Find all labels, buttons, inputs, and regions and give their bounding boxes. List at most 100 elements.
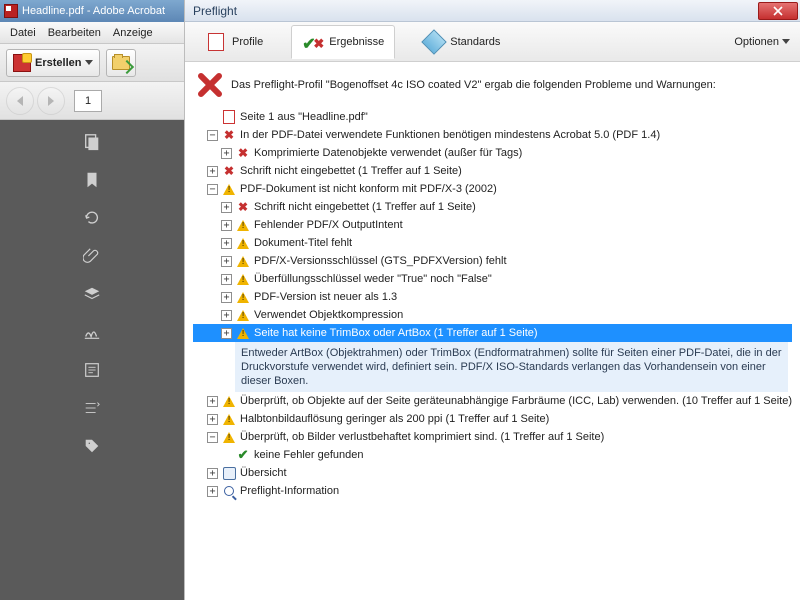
arrow-right-icon	[48, 96, 54, 106]
expand-toggle[interactable]: +	[207, 396, 218, 407]
tab-ergebnisse-label: Ergebnisse	[329, 36, 384, 48]
tree-node-warning[interactable]: −Überprüft, ob Bilder verlustbehaftet ko…	[193, 428, 792, 446]
close-icon	[773, 6, 783, 16]
rail-attachment-icon[interactable]	[76, 242, 108, 270]
rail-layers-icon[interactable]	[76, 280, 108, 308]
expand-toggle[interactable]: +	[221, 256, 232, 267]
expand-toggle[interactable]: +	[221, 292, 232, 303]
preflight-tabbar: Profile Ergebnisse Standards Optionen	[185, 22, 800, 62]
warning-icon	[235, 236, 251, 250]
rail-bookmark-icon[interactable]	[76, 166, 108, 194]
tree-node-warning[interactable]: +PDF-Version ist neuer als 1.3	[193, 288, 792, 306]
rail-undo-icon[interactable]	[76, 204, 108, 232]
error-icon	[235, 200, 251, 214]
expand-toggle[interactable]: +	[207, 468, 218, 479]
tree-node-warning-selected[interactable]: +Seite hat keine TrimBox oder ArtBox (1 …	[193, 324, 792, 342]
tree-node-error[interactable]: +Schrift nicht eingebettet (1 Treffer au…	[193, 198, 792, 216]
expand-toggle[interactable]: +	[221, 310, 232, 321]
rail-tag-icon[interactable]	[76, 432, 108, 460]
menu-datei[interactable]: Datei	[4, 24, 42, 42]
results-icon	[302, 34, 324, 50]
rail-pages-icon[interactable]	[76, 128, 108, 156]
error-summary-icon	[197, 72, 223, 98]
warning-icon	[221, 430, 237, 444]
tab-standards-label: Standards	[450, 36, 500, 48]
warning-icon	[221, 412, 237, 426]
acrobat-left-column: Headline.pdf - Adobe Acrobat Datei Bearb…	[0, 0, 185, 600]
tree-node-page[interactable]: Seite 1 aus "Headline.pdf"	[193, 108, 792, 126]
close-button[interactable]	[758, 2, 798, 20]
expand-toggle[interactable]: +	[207, 166, 218, 177]
rail-order-icon[interactable]	[76, 394, 108, 422]
tree-node-overview[interactable]: +Übersicht	[193, 464, 792, 482]
preflight-titlebar: Preflight	[185, 0, 800, 22]
error-icon	[221, 128, 237, 142]
page-number-input[interactable]: 1	[74, 90, 102, 112]
tree-node-warning[interactable]: +Halbtonbildauflösung geringer als 200 p…	[193, 410, 792, 428]
tree-node-warning[interactable]: +PDF/X-Versionsschlüssel (GTS_PDFXVersio…	[193, 252, 792, 270]
nav-prev-button[interactable]	[6, 87, 34, 115]
pdf-page-icon	[221, 110, 237, 124]
window-titlebar: Headline.pdf - Adobe Acrobat	[0, 0, 184, 22]
tree-node-warning[interactable]: +Überfüllungsschlüssel weder "True" noch…	[193, 270, 792, 288]
menu-bearbeiten[interactable]: Bearbeiten	[42, 24, 107, 42]
nav-next-button[interactable]	[37, 87, 65, 115]
profile-icon	[205, 32, 227, 52]
tree-node-description: Entweder ArtBox (Objektrahmen) oder Trim…	[235, 342, 788, 392]
expand-toggle[interactable]: +	[221, 202, 232, 213]
check-icon	[235, 448, 251, 462]
tree-node-warning[interactable]: +Überprüft, ob Objekte auf der Seite ger…	[193, 392, 792, 410]
tab-profile-label: Profile	[232, 36, 263, 48]
menubar: Datei Bearbeiten Anzeige	[0, 22, 184, 44]
toolbar-nav: 1	[0, 82, 184, 120]
expand-toggle[interactable]: +	[221, 328, 232, 339]
open-file-button[interactable]	[106, 49, 136, 77]
tab-standards[interactable]: Standards	[413, 26, 510, 58]
tab-ergebnisse[interactable]: Ergebnisse	[291, 25, 395, 59]
warning-icon	[235, 290, 251, 304]
collapse-toggle[interactable]: −	[207, 184, 218, 195]
warning-icon	[235, 218, 251, 232]
warning-icon	[221, 182, 237, 196]
expand-toggle[interactable]: +	[207, 414, 218, 425]
erstellen-label: Erstellen	[35, 57, 81, 69]
expand-toggle[interactable]: +	[221, 274, 232, 285]
results-tree[interactable]: Seite 1 aus "Headline.pdf" −In der PDF-D…	[185, 108, 800, 600]
preflight-title: Preflight	[193, 4, 237, 18]
tree-node-ok[interactable]: keine Fehler gefunden	[193, 446, 792, 464]
tree-node-preflight-info[interactable]: +Preflight-Information	[193, 482, 792, 500]
app-root: Headline.pdf - Adobe Acrobat Datei Bearb…	[0, 0, 800, 600]
tree-node-warning[interactable]: −PDF-Dokument ist nicht konform mit PDF/…	[193, 180, 792, 198]
summary-text: Das Preflight-Profil "Bogenoffset 4c ISO…	[231, 79, 716, 91]
tree-node-error[interactable]: +Komprimierte Datenobjekte verwendet (au…	[193, 144, 792, 162]
folder-open-icon	[112, 56, 130, 70]
expand-toggle[interactable]: +	[221, 220, 232, 231]
tree-node-warning[interactable]: +Dokument-Titel fehlt	[193, 234, 792, 252]
expand-toggle[interactable]: +	[207, 486, 218, 497]
tab-profile[interactable]: Profile	[195, 26, 273, 58]
expand-toggle[interactable]: +	[221, 148, 232, 159]
error-icon	[221, 164, 237, 178]
preflight-panel: Preflight Profile Ergebnisse Standards O…	[185, 0, 800, 600]
menu-anzeige[interactable]: Anzeige	[107, 24, 159, 42]
side-rail	[0, 120, 184, 600]
chevron-down-icon	[782, 39, 790, 44]
warning-icon	[235, 272, 251, 286]
create-pdf-icon	[13, 54, 31, 72]
expand-toggle[interactable]: +	[221, 238, 232, 249]
warning-icon	[235, 326, 251, 340]
tree-node-warning[interactable]: +Verwendet Objektkompression	[193, 306, 792, 324]
collapse-toggle[interactable]: −	[207, 130, 218, 141]
options-label: Optionen	[734, 36, 779, 48]
options-menu[interactable]: Optionen	[734, 36, 790, 48]
rail-sign-icon[interactable]	[76, 318, 108, 346]
toolbar-main: Erstellen	[0, 44, 184, 82]
warning-icon	[235, 308, 251, 322]
tree-node-error[interactable]: −In der PDF-Datei verwendete Funktionen …	[193, 126, 792, 144]
tree-node-error[interactable]: +Schrift nicht eingebettet (1 Treffer au…	[193, 162, 792, 180]
rail-article-icon[interactable]	[76, 356, 108, 384]
collapse-toggle[interactable]: −	[207, 432, 218, 443]
erstellen-button[interactable]: Erstellen	[6, 49, 100, 77]
tree-node-warning[interactable]: +Fehlender PDF/X OutputIntent	[193, 216, 792, 234]
arrow-left-icon	[17, 96, 23, 106]
